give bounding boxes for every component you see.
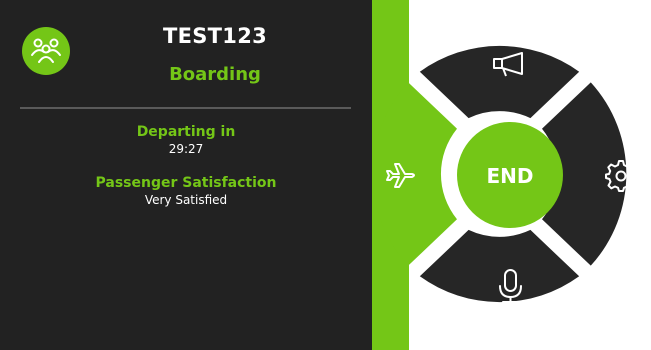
flight-button[interactable] [381,157,421,193]
radial-menu: END [372,45,637,303]
end-label: END [486,164,533,188]
microphone-button[interactable] [419,229,580,303]
airplane-icon [386,163,415,188]
announce-button[interactable] [419,45,580,119]
end-button[interactable]: END [457,122,563,228]
